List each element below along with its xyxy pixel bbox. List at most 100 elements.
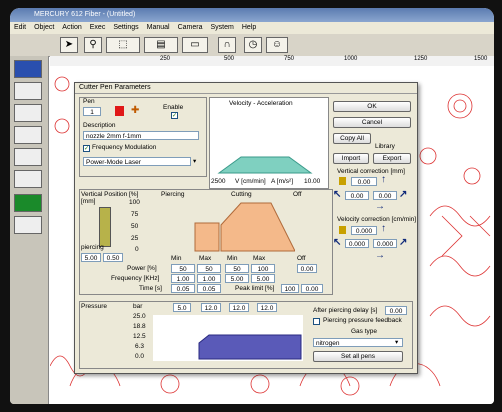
pierce-feedback-label: Piercing pressure feedback xyxy=(323,317,402,324)
after-pierce-field[interactable]: 0.00 xyxy=(385,306,407,315)
bar-label: bar xyxy=(133,303,143,310)
zoom-tool-icon[interactable]: ⚲ xyxy=(84,37,102,53)
vel-corr-2[interactable]: 0.000 xyxy=(345,239,369,248)
left-toolbox xyxy=(10,56,49,404)
vp-value-1[interactable]: 5.00 xyxy=(81,253,101,262)
enable-checkbox[interactable]: ✓ xyxy=(171,112,178,119)
select-area-icon[interactable]: ⬚ xyxy=(106,37,140,53)
pressure-field[interactable]: 5.0 xyxy=(173,303,191,312)
time-field[interactable]: 0.05 xyxy=(171,284,195,293)
vel-corr-label: Velocity correction [cm/min] xyxy=(337,216,417,223)
menu-manual[interactable]: Manual xyxy=(143,22,174,34)
velocity-panel xyxy=(209,97,329,189)
vel-corr-1[interactable]: 0.000 xyxy=(351,226,377,235)
vert-corr-1[interactable]: 0.00 xyxy=(351,177,377,186)
vert-corr-3[interactable]: 0.00 xyxy=(373,191,397,200)
menu-settings[interactable]: Settings xyxy=(109,22,142,34)
shapes-icon[interactable] xyxy=(14,82,42,100)
pattern-icon[interactable] xyxy=(14,216,42,234)
menu-exec[interactable]: Exec xyxy=(86,22,110,34)
app-titlebar: MERCURY 612 Fiber - (Untitled) xyxy=(10,8,494,22)
pierce-feedback-checkbox[interactable] xyxy=(313,318,320,325)
run-icon[interactable] xyxy=(14,194,42,212)
pen-color-swatch[interactable] xyxy=(115,106,124,116)
frequency-field[interactable]: 1.00 xyxy=(197,274,221,283)
min-header: Min xyxy=(227,255,238,262)
menu-camera[interactable]: Camera xyxy=(174,22,207,34)
layer-icon[interactable] xyxy=(14,60,42,78)
time-label: Time [s] xyxy=(139,285,162,292)
vert-corr-label: Vertical correction [mm] xyxy=(337,168,405,175)
nest-icon[interactable] xyxy=(14,170,42,188)
pressure-field[interactable]: 12.0 xyxy=(201,303,221,312)
description-label: Description xyxy=(83,122,116,129)
users-icon[interactable]: ☺ xyxy=(266,37,288,53)
select-group-icon[interactable]: ▤ xyxy=(144,37,178,53)
piercing-column: Piercing xyxy=(161,191,185,198)
material-icon xyxy=(339,177,346,185)
ok-button[interactable]: OK xyxy=(333,101,411,112)
off-power-field[interactable]: 0.00 xyxy=(297,264,317,273)
peak-field[interactable]: 100 xyxy=(281,284,299,293)
piercing-label: piercing xyxy=(81,244,104,251)
pressure-label: Pressure xyxy=(81,303,108,310)
menu-action[interactable]: Action xyxy=(58,22,85,34)
ruler-tick: 1250 xyxy=(414,56,428,62)
export-button[interactable]: Export xyxy=(373,153,411,164)
vertical-position-label: Vertical Position [mm] xyxy=(81,191,128,205)
freq-mod-checkbox[interactable]: ✓ xyxy=(83,145,90,152)
pressure-field[interactable]: 12.0 xyxy=(229,303,249,312)
velocity-title: Velocity - Acceleration xyxy=(229,100,293,107)
vert-corr-2[interactable]: 0.00 xyxy=(345,191,369,200)
ruler-tick: 750 xyxy=(284,56,295,62)
pointer-tool-icon[interactable]: ➤ xyxy=(60,37,78,53)
y-tick: 0 xyxy=(135,246,139,253)
freq-mod-label: Frequency Modulation xyxy=(92,144,157,151)
settings-clock-icon[interactable]: ◷ xyxy=(244,37,262,53)
power-field[interactable]: 50 xyxy=(197,264,221,273)
y-tick: 75 xyxy=(131,211,139,218)
menu-system[interactable]: System xyxy=(207,22,238,34)
cancel-button[interactable]: Cancel xyxy=(333,117,411,128)
text-icon[interactable] xyxy=(14,126,42,144)
pressure-field[interactable]: 12.0 xyxy=(257,303,277,312)
peak-field[interactable]: 0.00 xyxy=(301,284,323,293)
menu-object[interactable]: Object xyxy=(30,22,58,34)
mode-select[interactable]: Power-Mode Laser xyxy=(83,157,191,166)
frequency-field[interactable]: 5.00 xyxy=(251,274,275,283)
frequency-field[interactable]: 1.00 xyxy=(171,274,195,283)
frequency-field[interactable]: 5.00 xyxy=(225,274,249,283)
menu-edit[interactable]: Edit xyxy=(10,22,30,34)
chevron-down-icon[interactable]: ▾ xyxy=(193,157,196,165)
gas-type-select[interactable]: nitrogen xyxy=(313,338,403,347)
pen-label: Pen xyxy=(83,98,95,105)
import-button[interactable]: Import xyxy=(333,153,369,164)
velocity-graph xyxy=(217,156,313,174)
time-field[interactable]: 0.05 xyxy=(197,284,221,293)
library-label: Library xyxy=(375,143,395,150)
p-tick: 0.0 xyxy=(135,353,145,360)
grid-icon[interactable] xyxy=(14,148,42,166)
menu-help[interactable]: Help xyxy=(238,22,260,34)
max-header: Max xyxy=(199,255,212,262)
set-all-pens-button[interactable]: Set all pens xyxy=(313,351,403,362)
material-icon xyxy=(339,226,346,234)
nozzle-graphic xyxy=(99,207,111,247)
copy-all-button[interactable]: Copy All xyxy=(333,133,371,144)
magnet-icon[interactable]: ∩ xyxy=(218,37,236,53)
after-pierce-label: After piercing delay [s] xyxy=(313,307,378,314)
rectangle-icon[interactable]: ▭ xyxy=(182,37,208,53)
power-field[interactable]: 100 xyxy=(251,264,275,273)
pen-number-field[interactable]: 1 xyxy=(83,107,101,116)
cutting-column: Cutting xyxy=(231,191,252,198)
power-label: Power [%] xyxy=(127,265,157,272)
description-input[interactable]: nozzle 2mm f-1mm xyxy=(83,131,199,140)
lock-icon[interactable] xyxy=(14,104,42,122)
chevron-down-icon[interactable]: ▾ xyxy=(395,338,398,346)
vel-unit: V [cm/min] xyxy=(235,178,266,185)
power-field[interactable]: 50 xyxy=(225,264,249,273)
y-tick: 25 xyxy=(131,235,139,242)
vp-value-2[interactable]: 0.50 xyxy=(103,253,123,262)
power-field[interactable]: 50 xyxy=(171,264,195,273)
vel-corr-3[interactable]: 0.000 xyxy=(373,239,397,248)
